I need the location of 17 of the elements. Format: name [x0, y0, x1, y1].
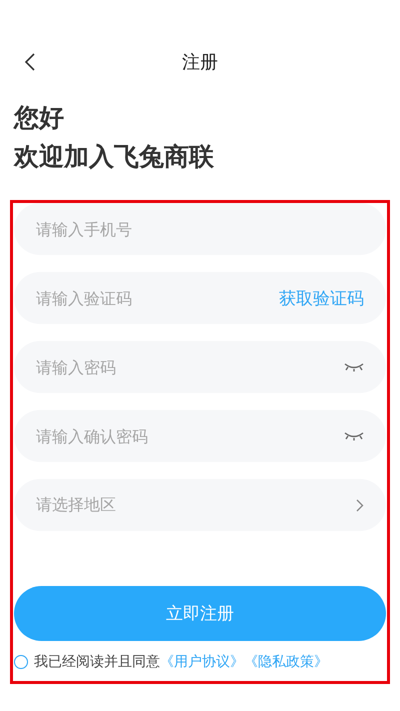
agree-checkbox[interactable] — [14, 655, 28, 669]
chevron-right-icon — [356, 498, 364, 512]
region-select[interactable]: 请选择地区 — [14, 479, 386, 531]
input-field[interactable]: 请输入手机号 — [14, 203, 386, 255]
policy-link[interactable]: 《用户协议》 — [160, 653, 244, 671]
closed-eye-icon[interactable] — [344, 431, 364, 441]
closed-eye-icon[interactable] — [344, 362, 364, 372]
register-button[interactable]: 立即注册 — [14, 586, 386, 641]
agreement-text: 我已经阅读并且同意 — [34, 653, 160, 671]
input-field[interactable]: 请输入密码 — [14, 341, 386, 393]
policy-link[interactable]: 《隐私政策》 — [244, 653, 328, 671]
greeting-text: 欢迎加入飞兔商联 — [14, 141, 215, 173]
input-field[interactable]: 请输入确认密码 — [14, 410, 386, 462]
greeting-text: 您好 — [14, 102, 65, 134]
back-icon[interactable] — [24, 53, 36, 71]
get-code-link[interactable]: 获取验证码 — [279, 286, 364, 310]
page-title: 注册 — [182, 51, 218, 74]
